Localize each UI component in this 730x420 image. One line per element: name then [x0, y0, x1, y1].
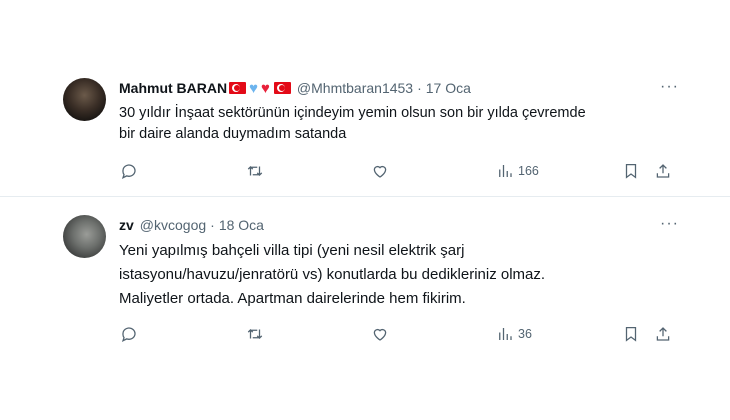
tweet-text: Yeni yapılmış bahçeli villa tipi (yeni n…	[119, 239, 699, 311]
like-button[interactable]	[371, 162, 389, 180]
tweet-text-line: 30 yıldır İnşaat sektörünün içindeyim ye…	[119, 105, 586, 121]
views-icon	[499, 165, 512, 177]
tweet-actions: 36	[0, 325, 730, 345]
tweet-header: zv @kvcogog · 18 Oca	[119, 217, 264, 233]
tweet-date[interactable]: 17 Oca	[426, 80, 471, 96]
retweet-icon	[247, 328, 263, 340]
author-name[interactable]: zv	[119, 217, 134, 233]
author-handle[interactable]: @Mhmtbaran1453	[297, 80, 413, 96]
bookmark-icon	[625, 163, 637, 179]
share-button[interactable]	[654, 162, 672, 180]
reply-button[interactable]	[120, 325, 138, 343]
share-button[interactable]	[654, 325, 672, 343]
tweet-date[interactable]: 18 Oca	[219, 217, 264, 233]
author-handle[interactable]: @kvcogog	[140, 217, 206, 233]
turkish-flag-emoji	[229, 82, 247, 94]
more-options-icon[interactable]: ···	[660, 78, 679, 96]
retweet-button[interactable]	[246, 325, 264, 343]
retweet-button[interactable]	[246, 162, 264, 180]
reply-icon	[121, 327, 136, 343]
tweet-text-line: bir daire alanda duymadım satanda	[119, 126, 347, 142]
share-icon	[656, 164, 670, 178]
tweet-2[interactable]: zv @kvcogog · 18 Oca ··· Yeni yapılmış b…	[0, 197, 730, 420]
views-count: 166	[518, 164, 539, 178]
more-options-icon[interactable]: ···	[660, 215, 679, 233]
bookmark-icon	[625, 326, 637, 342]
tweet-1[interactable]: Mahmut BARAN ♥ ♥ @Mhmtbaran1453 · 17 Oca…	[0, 0, 730, 196]
turkish-flag-emoji	[273, 82, 291, 94]
share-icon	[656, 327, 670, 341]
blue-heart-emoji: ♥	[249, 79, 259, 97]
tweet-text-line: Yeni yapılmış bahçeli villa tipi (yeni n…	[119, 242, 465, 259]
avatar[interactable]	[63, 215, 106, 258]
tweet-text: 30 yıldır İnşaat sektörünün içindeyim ye…	[119, 103, 699, 145]
bookmark-button[interactable]	[622, 325, 640, 343]
tweet-header: Mahmut BARAN ♥ ♥ @Mhmtbaran1453 · 17 Oca	[119, 80, 471, 96]
bookmark-button[interactable]	[622, 162, 640, 180]
reply-button[interactable]	[120, 162, 138, 180]
like-icon	[373, 328, 387, 341]
views-button[interactable]: 36	[496, 325, 532, 343]
views-button[interactable]: 166	[496, 162, 539, 180]
author-name[interactable]: Mahmut BARAN	[119, 80, 227, 96]
reply-icon	[121, 164, 136, 180]
views-icon	[499, 328, 512, 340]
retweet-icon	[247, 165, 263, 177]
like-button[interactable]	[371, 325, 389, 343]
avatar[interactable]	[63, 78, 106, 121]
red-heart-emoji: ♥	[261, 79, 270, 97]
separator-dot: ·	[210, 217, 215, 233]
tweet-actions: 166	[0, 162, 730, 182]
tweet-text-line: Maliyetler ortada. Apartman dairelerinde…	[119, 290, 466, 307]
like-icon	[373, 165, 387, 178]
separator-dot: ·	[417, 80, 422, 96]
views-count: 36	[518, 327, 532, 341]
tweet-text-line: istasyonu/havuzu/jenratörü vs) konutlard…	[119, 266, 546, 283]
